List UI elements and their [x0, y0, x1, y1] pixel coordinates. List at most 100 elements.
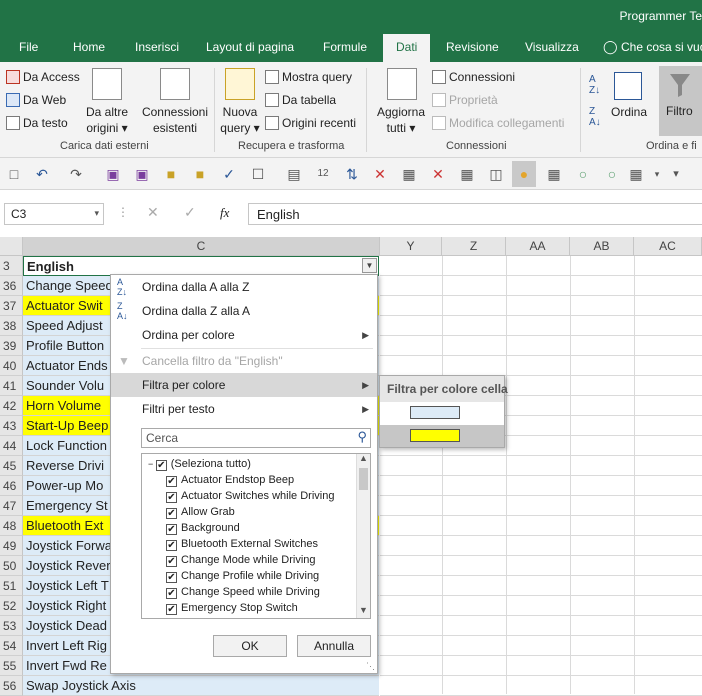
column-header-aa[interactable]: AA: [506, 237, 570, 256]
from-web-button[interactable]: Da Web: [6, 93, 66, 107]
from-access-button[interactable]: Da Access: [6, 70, 80, 84]
checkbox[interactable]: ✔: [166, 540, 177, 551]
checkbox[interactable]: ✔: [166, 508, 177, 519]
checkbox[interactable]: ✔: [166, 524, 177, 535]
fill-color-icon[interactable]: ●: [512, 161, 536, 187]
row-header[interactable]: 54: [0, 636, 23, 656]
table-grid-icon[interactable]: ▦: [459, 166, 475, 182]
filter-value-item[interactable]: ✔ Actuator Endstop Beep: [166, 472, 294, 488]
filter-value-item[interactable]: ✔ Change Mode while Driving: [166, 552, 316, 568]
row-header[interactable]: 43: [0, 416, 23, 436]
filter-value-item[interactable]: ✔ Change Speed while Driving: [166, 584, 320, 600]
row-header[interactable]: 39: [0, 336, 23, 356]
column-header-ac[interactable]: AC: [634, 237, 702, 256]
row-header[interactable]: 37: [0, 296, 23, 316]
header-cell[interactable]: English: [23, 256, 379, 276]
checkbox[interactable]: ✔: [166, 476, 177, 487]
tell-me-box[interactable]: Che cosa si vuo: [621, 40, 702, 54]
row-header[interactable]: 53: [0, 616, 23, 636]
save-as-icon[interactable]: ▣: [134, 166, 150, 182]
columns-icon[interactable]: ◫: [488, 166, 504, 182]
sort-a-to-z-item[interactable]: A Z↓ Ordina dalla A alla Z: [111, 275, 377, 299]
sort-by-color-item[interactable]: Ordina per colore ▶: [111, 323, 377, 347]
tab-data[interactable]: Dati: [383, 34, 431, 62]
table-row[interactable]: Swap Joystick Axis: [23, 676, 379, 696]
row-header[interactable]: 42: [0, 396, 23, 416]
grid-dropdown-icon[interactable]: ▦: [628, 166, 644, 182]
tab-review[interactable]: Revisione: [446, 40, 499, 54]
checkbox[interactable]: ✔: [166, 492, 177, 503]
delete-row-icon[interactable]: ✕: [430, 166, 446, 182]
other-sources-button[interactable]: Da altre origini ▾: [86, 105, 128, 135]
connections-button[interactable]: Connessioni: [432, 70, 515, 84]
customize-toolbar-icon[interactable]: ▾: [668, 166, 684, 182]
picture-icon[interactable]: ▦: [546, 166, 562, 182]
from-text-button[interactable]: Da testo: [6, 116, 68, 130]
insert-row-icon[interactable]: ▦: [401, 166, 417, 182]
row-header[interactable]: 38: [0, 316, 23, 336]
name-box[interactable]: C3 ▾: [4, 203, 104, 225]
resize-grip-icon[interactable]: ⋱: [366, 661, 375, 672]
checkbox[interactable]: ✔: [155, 460, 167, 471]
select-all-corner[interactable]: [0, 237, 23, 256]
filter-by-color-item[interactable]: Filtra per colore ▶: [111, 373, 377, 397]
sort-az-small-button[interactable]: A Z↓: [589, 74, 600, 96]
properties-button[interactable]: Proprietà: [432, 93, 498, 107]
filter-value-item[interactable]: ✔ Actuator Switches while Driving: [166, 488, 334, 504]
row-header[interactable]: 52: [0, 596, 23, 616]
column-header-c[interactable]: C: [23, 237, 380, 256]
scrollbar-thumb[interactable]: [359, 468, 368, 490]
recent-sources-button[interactable]: Origini recenti: [265, 116, 356, 130]
tab-page-layout[interactable]: Layout di pagina: [206, 40, 294, 54]
filter-value-item[interactable]: ✔ Allow Grab: [166, 504, 235, 520]
save-icon[interactable]: ▣: [105, 166, 121, 182]
checkbox[interactable]: ✔: [166, 572, 177, 583]
column-header-y[interactable]: Y: [380, 237, 442, 256]
chevron-down-icon[interactable]: ▼: [359, 605, 368, 615]
new-query-button[interactable]: Nuova query ▾: [220, 105, 260, 135]
folder-icon[interactable]: ■: [192, 166, 208, 182]
filter-value-item[interactable]: ✔ Emergency Stop Switch: [166, 600, 298, 616]
row-header[interactable]: 45: [0, 456, 23, 476]
redo-icon[interactable]: ↷: [68, 166, 84, 182]
row-header[interactable]: 48: [0, 516, 23, 536]
ok-button[interactable]: OK: [213, 635, 287, 657]
existing-connections-button[interactable]: Connessioni esistenti: [141, 105, 209, 135]
row-header[interactable]: 41: [0, 376, 23, 396]
filter-value-item[interactable]: ✔Horn Volume: [166, 616, 245, 618]
delete-icon[interactable]: ✕: [372, 166, 388, 182]
circle-shape-icon[interactable]: ○: [604, 166, 620, 182]
print-icon[interactable]: ▤: [286, 166, 302, 182]
row-header[interactable]: 40: [0, 356, 23, 376]
undo-icon[interactable]: ↶: [34, 166, 50, 182]
new-document-icon[interactable]: □: [6, 166, 22, 182]
chevron-up-icon[interactable]: ▲: [359, 454, 368, 463]
filter-value-item[interactable]: − ✔ (Seleziona tutto): [148, 456, 251, 472]
enter-icon[interactable]: ✓: [184, 204, 196, 221]
checkbox[interactable]: ✔: [166, 588, 177, 599]
filter-dropdown-button[interactable]: ▼: [362, 258, 377, 273]
row-header[interactable]: 55: [0, 656, 23, 676]
drag-handle-icon[interactable]: ⋮: [117, 205, 129, 219]
spelling-icon[interactable]: ✓: [221, 166, 237, 182]
checkbox[interactable]: ✔: [166, 604, 177, 615]
sort-z-to-a-item[interactable]: Z A↓ Ordina dalla Z alla A: [111, 299, 377, 323]
column-header-ab[interactable]: AB: [570, 237, 634, 256]
row-header[interactable]: 50: [0, 556, 23, 576]
row-header[interactable]: 44: [0, 436, 23, 456]
row-header[interactable]: 49: [0, 536, 23, 556]
row-header[interactable]: 46: [0, 476, 23, 496]
color-option-light-blue[interactable]: [380, 402, 504, 424]
sort-za-small-button[interactable]: Z A↓: [589, 106, 601, 128]
clear-filter-item[interactable]: ▼ Cancella filtro da "English": [111, 349, 377, 373]
show-queries-button[interactable]: Mostra query: [265, 70, 352, 84]
sort-ascending-icon[interactable]: ⇅: [344, 166, 360, 182]
tab-view[interactable]: Visualizza: [525, 40, 579, 54]
open-folder-icon[interactable]: ■: [163, 166, 179, 182]
circle-shape-icon[interactable]: ○: [575, 166, 591, 182]
cancel-button[interactable]: Annulla: [297, 635, 371, 657]
calendar-icon[interactable]: 12: [315, 166, 331, 182]
row-header[interactable]: 56: [0, 676, 23, 696]
edit-links-button[interactable]: Modifica collegamenti: [432, 116, 564, 130]
text-filters-item[interactable]: Filtri per testo ▶: [111, 397, 377, 421]
